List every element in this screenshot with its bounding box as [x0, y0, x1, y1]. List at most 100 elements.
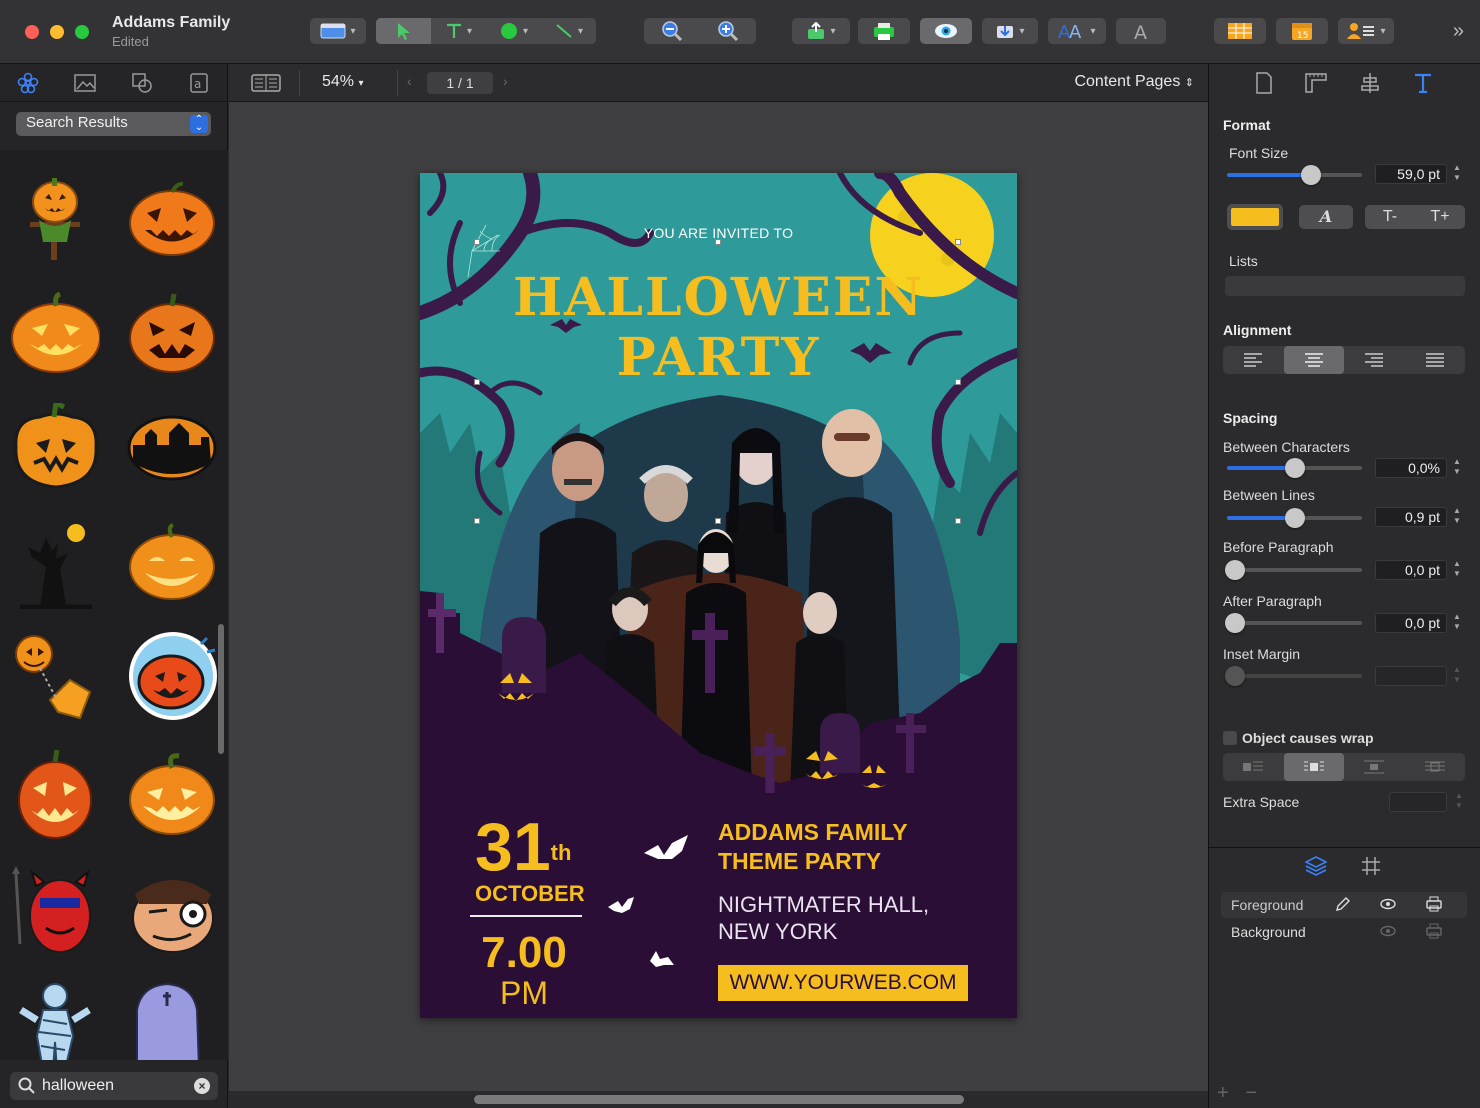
selection-handle[interactable] — [955, 379, 961, 385]
text-color-well[interactable] — [1227, 204, 1283, 230]
document-icon[interactable] — [1255, 72, 1273, 94]
object-causes-wrap-checkbox[interactable] — [1223, 731, 1237, 745]
clipart-pumpkin-origami[interactable] — [10, 630, 100, 725]
selection-handle[interactable] — [474, 518, 480, 524]
clipart-jackolantern-red[interactable] — [10, 746, 100, 841]
extra-space-field[interactable] — [1389, 792, 1447, 812]
inset-margin-stepper[interactable]: ▲ ▼ — [1451, 665, 1463, 687]
font-size-field[interactable]: 59,0 pt — [1375, 164, 1447, 184]
before-paragraph-field[interactable]: 0,0 pt — [1375, 560, 1447, 580]
page-layout-icon[interactable] — [251, 73, 281, 93]
printer-icon[interactable] — [1425, 896, 1443, 912]
line-spacing-slider-knob[interactable] — [1284, 508, 1305, 528]
grid-icon[interactable] — [1361, 856, 1381, 876]
align-right-button[interactable] — [1344, 346, 1405, 374]
align-center-button[interactable] — [1283, 346, 1344, 374]
tab-shapes[interactable] — [128, 71, 156, 95]
line-spacing-field[interactable]: 0,9 pt — [1375, 507, 1447, 527]
line-tool-button[interactable]: ▾ — [541, 18, 596, 44]
clipart-mummy[interactable] — [10, 978, 100, 1060]
font-size-slider-knob[interactable] — [1300, 165, 1321, 185]
page-indicator[interactable]: 1 / 1 — [427, 72, 493, 94]
before-paragraph-stepper[interactable]: ▲ ▼ — [1451, 559, 1463, 581]
clipart-monster-face[interactable] — [127, 862, 217, 957]
clipart-devil[interactable] — [10, 862, 100, 957]
zoom-window-button[interactable] — [75, 25, 89, 39]
scrollbar-thumb[interactable] — [474, 1095, 964, 1104]
tab-text-styles[interactable]: a — [185, 71, 213, 95]
library-scrollbar[interactable] — [218, 624, 224, 754]
extra-space-stepper[interactable]: ▲ ▼ — [1453, 791, 1465, 813]
pencil-icon[interactable] — [1335, 896, 1351, 912]
halloween-poster[interactable]: YOU ARE INVITED TO HALLOWEEN PARTY 31th … — [420, 173, 1017, 1018]
clipart-pumpkin-sticker[interactable] — [127, 628, 217, 723]
clear-search-icon[interactable]: × — [194, 1078, 210, 1094]
close-window-button[interactable] — [25, 25, 39, 39]
wrap-around-button[interactable] — [1283, 753, 1344, 781]
library-source-select[interactable]: Search Results ⌃ ⌄ — [16, 112, 211, 136]
poster-time-ampm[interactable]: PM — [474, 975, 574, 1012]
minimize-window-button[interactable] — [50, 25, 64, 39]
zoom-in-button[interactable] — [700, 18, 756, 44]
after-paragraph-slider[interactable] — [1225, 613, 1362, 633]
character-spacing-field[interactable]: 0,0% — [1375, 458, 1447, 478]
selection-handle[interactable] — [474, 379, 480, 385]
shape-tool-button[interactable]: ▾ — [486, 18, 541, 44]
arrange-icon[interactable] — [1359, 72, 1381, 94]
clipart-jackolantern-bright[interactable] — [127, 746, 217, 841]
increase-font-button[interactable]: T+ — [1415, 205, 1465, 229]
printer-icon[interactable] — [1425, 923, 1443, 939]
contacts-button[interactable]: ▾ — [1338, 18, 1394, 44]
eye-icon[interactable] — [1379, 896, 1397, 912]
toolbar-overflow-icon[interactable]: » — [1453, 20, 1464, 43]
selection-handle[interactable] — [474, 239, 480, 245]
wrap-left-button[interactable] — [1223, 753, 1284, 781]
poster-title[interactable]: HALLOWEEN PARTY — [420, 268, 1017, 388]
poster-party-name[interactable]: ADDAMS FAMILY THEME PARTY — [718, 818, 908, 876]
eye-icon[interactable] — [1379, 923, 1397, 939]
selection-handle[interactable] — [955, 239, 961, 245]
clipart-pumpkin-cartoon[interactable] — [10, 400, 100, 495]
poster-venue[interactable]: NIGHTMATER HALL, NEW YORK — [718, 891, 929, 945]
font-styles-button[interactable]: A A ▾ — [1048, 18, 1106, 44]
slider-knob[interactable] — [1225, 613, 1245, 633]
next-page-icon[interactable]: › — [503, 73, 508, 89]
clipart-haunted-house-badge[interactable] — [127, 400, 217, 495]
decrease-font-button[interactable]: T- — [1365, 205, 1415, 229]
line-spacing-slider[interactable] — [1227, 508, 1362, 528]
view-menu-button[interactable]: ▾ — [310, 18, 366, 44]
poster-date-day[interactable]: 31th — [475, 813, 571, 881]
inset-margin-slider[interactable] — [1225, 666, 1362, 686]
typography-button[interactable]: A — [1116, 18, 1166, 44]
poster-website[interactable]: WWW.YOURWEB.COM — [718, 965, 968, 1001]
line-spacing-stepper[interactable]: ▲ ▼ — [1451, 506, 1463, 528]
selection-handle[interactable] — [715, 518, 721, 524]
after-paragraph-field[interactable]: 0,0 pt — [1375, 613, 1447, 633]
preview-button[interactable] — [920, 18, 972, 44]
clipart-jackolantern-angry[interactable] — [127, 285, 217, 380]
align-left-button[interactable] — [1223, 346, 1284, 374]
remove-layer-icon[interactable]: − — [1245, 1082, 1257, 1104]
share-button[interactable]: ▾ — [792, 18, 850, 44]
text-format-icon[interactable] — [1412, 72, 1434, 94]
clipart-gravestone[interactable] — [127, 978, 217, 1060]
layer-background[interactable]: Background — [1221, 919, 1467, 945]
layer-foreground[interactable]: Foreground — [1221, 892, 1467, 918]
calendar-button[interactable]: 15 — [1276, 18, 1328, 44]
slider-knob[interactable] — [1225, 666, 1245, 686]
canvas-horizontal-scrollbar[interactable] — [229, 1091, 1208, 1108]
tab-images[interactable] — [71, 71, 99, 95]
zoom-out-button[interactable] — [644, 18, 700, 44]
tab-cliparts[interactable] — [14, 71, 42, 95]
wrap-none-button[interactable] — [1405, 753, 1466, 781]
slider-knob[interactable] — [1225, 560, 1245, 580]
italic-button[interactable]: A — [1299, 205, 1353, 229]
before-paragraph-slider[interactable] — [1225, 560, 1362, 580]
clipart-spooky-tree[interactable] — [10, 515, 100, 610]
selection-handle[interactable] — [955, 518, 961, 524]
selection-handle[interactable] — [715, 239, 721, 245]
lists-popup[interactable] — [1225, 276, 1465, 296]
search-input[interactable] — [42, 1075, 192, 1097]
character-spacing-slider[interactable] — [1227, 458, 1362, 478]
clipart-jackolantern-grin[interactable] — [127, 170, 217, 265]
